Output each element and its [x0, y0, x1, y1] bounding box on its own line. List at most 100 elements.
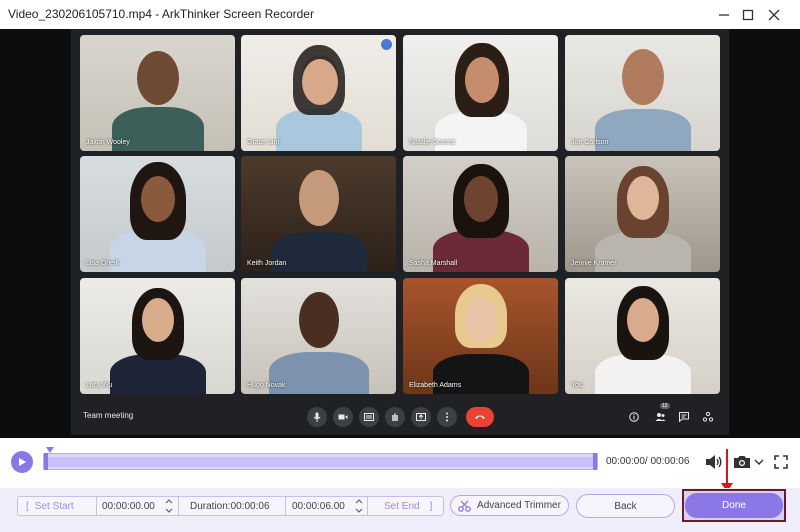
trim-start-handle[interactable]: [44, 453, 48, 470]
annotation-arrow: [726, 449, 728, 485]
chat-button[interactable]: [674, 407, 694, 427]
duration-display: Duration:00:00:06: [190, 497, 280, 515]
done-label: Done: [722, 500, 746, 511]
captions-button[interactable]: [359, 407, 379, 427]
participant-name: You: [571, 382, 583, 389]
participant-name: Lara Wu: [86, 382, 113, 389]
people-count-badge: 12: [660, 403, 670, 409]
title-bar: Video_230206105710.mp4 - ArkThinker Scre…: [0, 0, 800, 29]
participant-name: Sasha Marshall: [409, 260, 458, 267]
trim-selection: [46, 457, 596, 467]
advanced-trimmer-button[interactable]: Advanced Trimmer: [450, 495, 569, 516]
end-time-stepper[interactable]: [355, 499, 363, 513]
trimmer-icon: [458, 500, 471, 512]
end-time-field[interactable]: 00:00:06.00: [292, 497, 352, 515]
participant-tile: Sasha Marshall: [403, 156, 558, 272]
participant-name: Lisa Oneill: [86, 260, 119, 267]
camera-button[interactable]: [333, 407, 353, 427]
participant-name: Grace Lim: [247, 139, 280, 146]
close-icon: [768, 9, 780, 20]
bracket-right-icon: ]: [429, 500, 433, 512]
start-time-stepper[interactable]: [165, 499, 173, 513]
duration-value: Duration:00:00:06: [190, 500, 270, 512]
participant-tile: Jaxon Wooley: [80, 35, 235, 151]
captions-icon: [364, 413, 374, 421]
mic-icon: [313, 412, 321, 422]
set-end-button[interactable]: Set End ]: [384, 497, 444, 515]
participant-name: Hugo Novak: [247, 382, 286, 389]
time-display: 00:00:00/ 00:00:06: [606, 456, 690, 467]
participant-tile: Grace Lim: [241, 35, 396, 151]
participant-name: Joe Carlson: [571, 139, 609, 146]
trim-end-handle[interactable]: [593, 453, 597, 470]
maximize-icon: [742, 9, 754, 20]
back-button[interactable]: Back: [576, 494, 675, 518]
minimize-icon: [719, 13, 729, 16]
volume-icon: [706, 455, 722, 469]
set-start-button[interactable]: [ Set Start: [26, 497, 96, 515]
set-start-label: Set Start: [34, 500, 74, 512]
people-icon: [655, 413, 665, 421]
more-options-button[interactable]: [437, 407, 457, 427]
chevron-up-icon: [165, 499, 173, 504]
participant-name: Jennie Kramer: [571, 260, 617, 267]
end-time-value: 00:00:06.00: [292, 500, 345, 512]
participant-tile: Keith Jordan: [241, 156, 396, 272]
video-preview[interactable]: Jaxon Wooley Grace Lim Natalie Gomez Joe…: [0, 29, 800, 438]
participant-tile: Elizabeth Adams: [403, 278, 558, 394]
meeting-title: Team meeting: [83, 411, 134, 420]
participant-name: Natalie Gomez: [409, 139, 456, 146]
camera-icon: [734, 456, 750, 468]
participant-tile: Jennie Kramer: [565, 156, 720, 272]
fullscreen-icon: [774, 455, 788, 469]
timeline-track[interactable]: [43, 453, 598, 470]
start-time-value: 00:00:00.00: [102, 500, 155, 512]
present-button[interactable]: [411, 407, 431, 427]
advanced-trimmer-label: Advanced Trimmer: [477, 500, 561, 511]
raise-hand-icon: [392, 413, 398, 421]
more-icon: [446, 412, 448, 422]
playback-bar: 00:00:00/ 00:00:06: [0, 438, 800, 488]
chevron-down-icon: [355, 508, 363, 513]
chevron-down-icon: [754, 459, 764, 465]
mic-button[interactable]: [307, 407, 327, 427]
activities-icon: [703, 412, 713, 422]
info-icon: [629, 412, 639, 422]
chat-icon: [679, 412, 689, 422]
close-button[interactable]: [758, 0, 790, 29]
meeting-frame: Jaxon Wooley Grace Lim Natalie Gomez Joe…: [71, 29, 729, 435]
snapshot-button[interactable]: [732, 452, 752, 472]
end-call-icon: [475, 415, 485, 419]
start-time-field[interactable]: 00:00:00.00: [102, 497, 162, 515]
participant-tile: Hugo Novak: [241, 278, 396, 394]
present-icon: [416, 413, 426, 421]
participant-name: Jaxon Wooley: [86, 139, 130, 146]
raise-hand-button[interactable]: [385, 407, 405, 427]
participant-name: Keith Jordan: [247, 260, 287, 267]
info-button[interactable]: [624, 407, 644, 427]
chevron-down-icon: [165, 508, 173, 513]
activities-button[interactable]: [698, 407, 718, 427]
play-icon: [19, 458, 26, 466]
pin-icon: [381, 39, 392, 50]
participant-tile: Lara Wu: [80, 278, 235, 394]
done-button[interactable]: Done: [685, 493, 783, 518]
participant-name: Elizabeth Adams: [409, 382, 462, 389]
snapshot-dropdown[interactable]: [753, 456, 765, 468]
set-end-label: Set End: [384, 500, 420, 512]
chevron-up-icon: [355, 499, 363, 504]
bracket-left-icon: [: [26, 500, 29, 512]
back-label: Back: [614, 500, 637, 512]
fullscreen-button[interactable]: [772, 453, 790, 471]
end-call-button[interactable]: [466, 407, 494, 427]
people-button[interactable]: [650, 407, 670, 427]
window-title: Video_230206105710.mp4 - ArkThinker Scre…: [8, 7, 314, 21]
play-button[interactable]: [11, 451, 33, 473]
camera-icon: [338, 414, 348, 420]
participant-tile: Lisa Oneill: [80, 156, 235, 272]
trim-controls: [ Set Start 00:00:00.00 Duration:00:00:0…: [0, 488, 800, 532]
participant-tile: Joe Carlson: [565, 35, 720, 151]
volume-button[interactable]: [703, 452, 725, 472]
participant-tile: Natalie Gomez: [403, 35, 558, 151]
trim-group: [ Set Start 00:00:00.00 Duration:00:00:0…: [17, 496, 444, 516]
